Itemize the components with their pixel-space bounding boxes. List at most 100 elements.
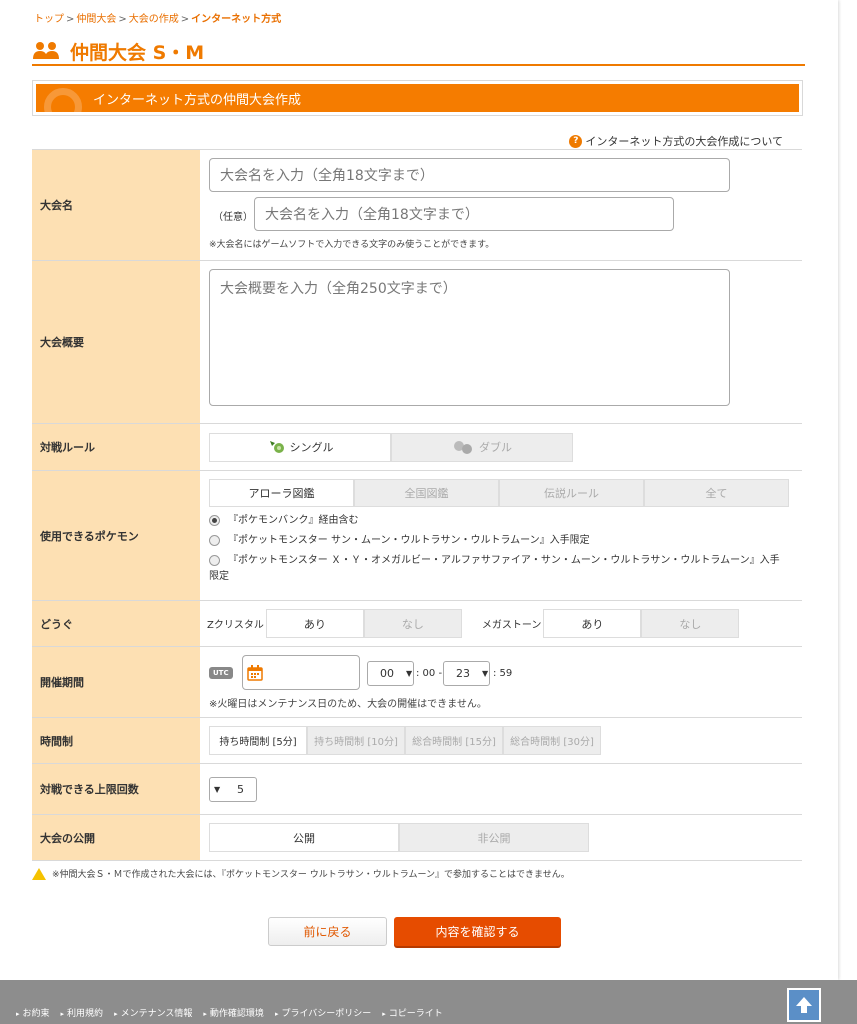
label-rule: 対戦ルール (32, 424, 201, 470)
row-items: どうぐ Zクリスタル あり なし メガストーン あり なし (32, 601, 802, 647)
back-button[interactable]: 前に戻る (268, 917, 387, 946)
section-bar-text: インターネット方式の仲間大会作成 (93, 92, 302, 108)
utc-badge: UTC (209, 667, 233, 679)
section-header: インターネット方式の仲間大会作成 (32, 80, 803, 116)
start-hour-value: 00 (380, 667, 394, 680)
radio-label: 『ポケモンバンク』経由含む (228, 515, 359, 526)
name-input[interactable]: 大会名を入力（全角18文字まで） (209, 158, 730, 192)
limit-value: 5 (237, 782, 244, 796)
footer: お約束 利用規約 メンテナンス情報 動作確認環境 プライバシーポリシー コピーラ… (0, 980, 857, 1024)
value-summary: 大会概要を入力（全角250文字まで） (201, 261, 802, 423)
value-rule: シングル ダブル (201, 424, 802, 470)
pokeball-ring-decoration (44, 88, 82, 112)
breadcrumb-sep: > (180, 14, 190, 25)
row-name: 大会名 大会名を入力（全角18文字まで） （任意） 大会名を入力（全角18文字ま… (32, 150, 802, 261)
radio-button[interactable] (209, 555, 220, 566)
warning-note: ※仲間大会Ｓ・Ｍで作成された大会には、『ポケットモンスター ウルトラサン・ウルト… (32, 867, 570, 880)
footer-links: お約束 利用規約 メンテナンス情報 動作確認環境 プライバシーポリシー コピーラ… (16, 1006, 454, 1019)
value-name: 大会名を入力（全角18文字まで） （任意） 大会名を入力（全角18文字まで） ※… (201, 150, 802, 260)
radio-button[interactable] (209, 515, 220, 526)
value-period: UTC 00 ▼: 00 - 23 ▼: 59 ※火曜日はメンテナンス日のた… (201, 647, 802, 717)
row-pokemon: 使用できるポケモン アローラ図鑑 全国図鑑 伝説ルール 全て 『ポケモンバンク』… (32, 471, 802, 601)
z-crystal-no[interactable]: なし (363, 609, 462, 638)
time-option-15[interactable]: 総合時間制 [15分] (405, 726, 503, 755)
confirm-button[interactable]: 内容を確認する (394, 917, 561, 946)
radio-item[interactable]: 『ポケモンバンク』経由含む (209, 513, 794, 529)
limit-select[interactable]: ▼ 5 (209, 776, 257, 802)
people-icon (33, 42, 59, 59)
scroll-top-button[interactable] (787, 988, 821, 1022)
label-name: 大会名 (32, 150, 201, 260)
page: トップ > 仲間大会 > 大会の作成 > インターネット方式 仲間大会 S・M インターネッ… (0, 0, 838, 980)
time-option-5[interactable]: 持ち時間制 [5分] (209, 726, 307, 755)
section-bar: インターネット方式の仲間大会作成 (36, 84, 799, 112)
breadcrumb-create[interactable]: 大会の作成 (129, 14, 179, 25)
period-note: ※火曜日はメンテナンス日のため、大会の開催はできません。 (209, 699, 487, 710)
row-time: 時間制 持ち時間制 [5分] 持ち時間制 [10分] 総合時間制 [15分] 総… (32, 718, 802, 764)
start-hour-select[interactable]: 00 ▼ (367, 661, 414, 686)
radio-label: 『ポケットモンスター サン・ムーン・ウルトラサン・ウルトラムーン』入手限定 (228, 535, 590, 546)
pokedex-tabs: アローラ図鑑 全国図鑑 伝説ルール 全て (209, 479, 794, 507)
rule-double[interactable]: ダブル (391, 432, 573, 462)
label-summary: 大会概要 (32, 261, 201, 423)
label-items: どうぐ (32, 601, 201, 646)
tab-national[interactable]: 全国図鑑 (354, 479, 499, 507)
z-crystal-yes[interactable]: あり (265, 609, 364, 638)
row-limit: 対戦できる上限回数 ▼ 5 (32, 764, 802, 815)
value-time: 持ち時間制 [5分] 持ち時間制 [10分] 総合時間制 [15分] 総合時間制… (201, 718, 802, 763)
chevron-down-icon: ▼ (482, 669, 489, 678)
label-publish: 大会の公開 (32, 815, 201, 860)
mega-stone-no[interactable]: なし (641, 609, 740, 638)
publish-selector: 公開 非公開 (209, 823, 589, 852)
breadcrumb-sep: > (66, 14, 75, 25)
time-selector: 持ち時間制 [5分] 持ち時間制 [10分] 総合時間制 [15分] 総合時間制… (209, 726, 601, 755)
help-link[interactable]: ? インターネット方式の大会作成について (569, 133, 783, 149)
radio-item[interactable]: 『ポケットモンスター Ｘ・Ｙ・オメガルビー・アルファサファイア・サン・ムーン・ウ… (209, 553, 786, 585)
z-crystal-selector: あり なし (265, 609, 462, 638)
footer-link-promise[interactable]: お約束 (16, 1006, 50, 1019)
radio-button[interactable] (209, 535, 220, 546)
rule-double-label: ダブル (479, 441, 512, 454)
mega-stone-yes[interactable]: あり (543, 609, 642, 638)
footer-link-privacy[interactable]: プライバシーポリシー (275, 1006, 371, 1019)
help-link-text[interactable]: インターネット方式の大会作成について (585, 133, 783, 149)
breadcrumb-top[interactable]: トップ (34, 14, 64, 25)
footer-link-terms[interactable]: 利用規約 (61, 1006, 103, 1019)
end-minute-text: : 59 (493, 668, 513, 679)
footer-link-copyright[interactable]: コピーライト (382, 1006, 443, 1019)
time-option-10[interactable]: 持ち時間制 [10分] (307, 726, 405, 755)
calendar-icon[interactable] (247, 664, 263, 681)
footer-link-environment[interactable]: 動作確認環境 (203, 1006, 264, 1019)
rule-selector: シングル ダブル (209, 432, 573, 462)
publish-public[interactable]: 公開 (209, 823, 399, 852)
tab-all[interactable]: 全て (644, 479, 789, 507)
breadcrumb-tournament[interactable]: 仲間大会 (76, 14, 116, 25)
page-title: 仲間大会 S・M (32, 36, 204, 66)
breadcrumb-current: インターネット方式 (191, 14, 282, 25)
date-input[interactable] (242, 655, 360, 690)
row-publish: 大会の公開 公開 非公開 (32, 815, 802, 861)
page-title-text: 仲間大会 S・M (70, 41, 205, 64)
tab-alola[interactable]: アローラ図鑑 (209, 479, 354, 507)
label-time: 時間制 (32, 718, 201, 763)
chevron-down-icon: ▼ (214, 784, 221, 794)
sub-name-input[interactable]: 大会名を入力（全角18文字まで） (254, 197, 674, 231)
end-hour-value: 23 (456, 667, 470, 680)
time-option-30[interactable]: 総合時間制 [30分] (503, 726, 601, 755)
start-minute-text: : 00 - (416, 668, 443, 679)
tournament-form: 大会名 大会名を入力（全角18文字まで） （任意） 大会名を入力（全角18文字ま… (32, 149, 802, 861)
row-summary: 大会概要 大会概要を入力（全角250文字まで） (32, 261, 802, 424)
rule-single[interactable]: シングル (209, 432, 391, 462)
value-pokemon: アローラ図鑑 全国図鑑 伝説ルール 全て 『ポケモンバンク』経由含む 『ポケット… (201, 471, 802, 600)
warning-text: ※仲間大会Ｓ・Ｍで作成された大会には、『ポケットモンスター ウルトラサン・ウルト… (52, 870, 570, 880)
radio-item[interactable]: 『ポケットモンスター サン・ムーン・ウルトラサン・ウルトラムーン』入手限定 (209, 533, 794, 549)
optional-label: （任意） (213, 212, 253, 223)
publish-private[interactable]: 非公開 (399, 823, 589, 852)
tab-legend[interactable]: 伝説ルール (499, 479, 644, 507)
end-hour-select[interactable]: 23 ▼ (443, 661, 490, 686)
summary-textarea[interactable]: 大会概要を入力（全角250文字まで） (209, 269, 730, 406)
footer-link-maintenance[interactable]: メンテナンス情報 (114, 1006, 193, 1019)
row-period: 開催期間 UTC 00 ▼: 00 - 23 ▼: 59 ※火曜日はメンテナ… (32, 647, 802, 718)
single-battle-icon (269, 441, 284, 453)
rule-single-label: シングル (289, 441, 334, 454)
